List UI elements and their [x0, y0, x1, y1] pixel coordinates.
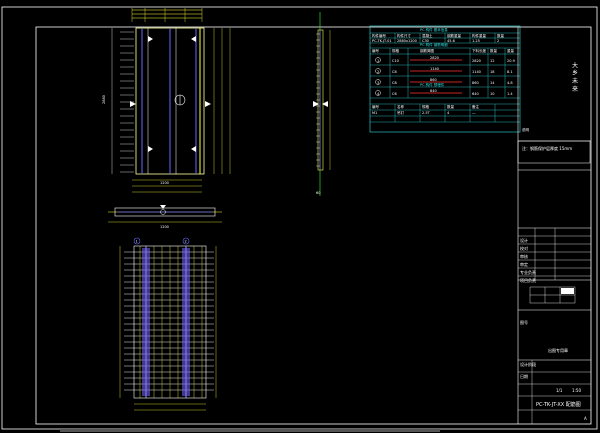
scale: 1:50: [572, 388, 581, 393]
table-cell-3: M1: [372, 111, 377, 115]
section-view-horizontal: 1200: [108, 205, 222, 229]
table-cell-1: PC-TK-JT-01: [372, 39, 392, 43]
svg-text:1: 1: [136, 240, 138, 244]
table-note-right: 说明: [522, 127, 530, 132]
table-header-2: 钢筋简图: [420, 48, 434, 53]
table-row-shape-len: 640: [430, 89, 437, 93]
title-block-row-label: 设计: [520, 237, 528, 243]
dim-overall-height: 2880: [102, 95, 106, 104]
table-row-weight: 8.1: [507, 70, 513, 74]
table-header-3: 名称: [397, 104, 405, 109]
cad-drawing-canvas: 2880 1200 1200 60 1 2 PC 构件 基本信息 PC 构件 钢…: [1, 6, 598, 432]
table-row-length: 640: [472, 92, 479, 96]
table-header-1: 混凝土: [422, 33, 433, 38]
table-cell-3: 吊钉: [397, 110, 405, 115]
table-header-3: 备注: [472, 104, 480, 109]
side-note-vertical: 大 乡 未 来: [571, 61, 578, 93]
table-cell-3: 4: [447, 111, 450, 115]
table-row-length: 2820: [472, 59, 481, 63]
drawing-title: PC-TK-JT-XX 配筋图: [536, 401, 581, 408]
inner-border: [35, 26, 592, 425]
table-row-weight: 20.9: [507, 59, 515, 63]
dim-bottom-width: 1200: [160, 225, 169, 229]
table-header-1: 构件尺寸: [397, 33, 411, 38]
title-block: 出图专用章 1/1 1:50 PC-TK-JT-XX 配筋图 A 图号 设计校对…: [517, 27, 591, 424]
table-row-shape-len: 2820: [430, 56, 439, 60]
dim-overall-width: 1200: [160, 181, 169, 185]
title-block-row-label: 审定: [520, 261, 528, 267]
drawing-no-label: 图号: [520, 319, 528, 325]
table-row-spec: C6: [392, 92, 397, 96]
svg-text:2: 2: [185, 240, 187, 244]
table-header-2: 编号: [372, 48, 380, 53]
table-row-spec: C8: [392, 70, 397, 74]
side-elevation: 60: [313, 12, 331, 196]
table-header-2: 下料长度: [472, 48, 486, 53]
table-header-1: 构件编号: [372, 33, 386, 38]
table-header-1: 数量: [497, 33, 505, 38]
table-cell-3: —: [472, 111, 476, 115]
stamp-label: 出图专用章: [548, 347, 568, 353]
table-title-1: PC 构件 基本信息: [420, 27, 448, 32]
title-block-row-label: 专业负责: [520, 269, 536, 275]
table-cell-1: 45.6: [447, 39, 455, 43]
table-row-qty: 12: [490, 59, 494, 63]
table-row-shape-len: 1140: [430, 67, 439, 71]
table-header-1: 钢筋重量: [447, 33, 461, 38]
revision: A: [584, 416, 587, 421]
general-note: 注：钢筋保护层厚度 15mm: [522, 145, 572, 151]
table-header-3: 规格: [422, 104, 430, 109]
table-row-weight: 1.4: [507, 92, 513, 96]
rebar-schedule-table: PC 构件 基本信息 PC 构件 钢筋明细 PC 构件 预埋件 构件编号 构件尺寸…: [369, 25, 530, 133]
table-header-2: 重量: [507, 48, 515, 53]
table-row-shape-len: 860: [430, 78, 437, 82]
table-title-3: PC 构件 预埋件: [420, 82, 445, 87]
table-row-weight: 4.8: [507, 81, 513, 85]
horizontal-scrollbar[interactable]: [60, 429, 440, 432]
reinforcement-view: 1 2: [119, 237, 217, 411]
title-block-row-label: 审核: [520, 253, 528, 259]
table-cell-1: C30: [422, 39, 429, 43]
table-cell-1: 2880x1200: [397, 39, 417, 43]
table-row-length: 1140: [472, 70, 481, 74]
table-row-qty: 14: [490, 81, 495, 85]
table-row-spec: C8: [392, 81, 397, 85]
table-header-2: 数量: [490, 48, 498, 53]
sheet-no: 1/1: [556, 388, 563, 393]
table-row-qty: 18: [490, 70, 494, 74]
mini-label-date: 日期: [520, 373, 528, 379]
table-cell-3: 2.5T: [422, 111, 431, 115]
table-header-3: 编号: [372, 104, 380, 109]
table-header-2: 规格: [392, 48, 400, 53]
table-row-length: 860: [472, 81, 479, 85]
table-header-1: 构件重量: [472, 33, 486, 38]
table-cell-1: 1.25: [472, 39, 480, 43]
title-block-row-label: 校对: [520, 245, 528, 251]
table-row-spec: C10: [392, 59, 399, 63]
title-block-row-label: 项目负责: [520, 277, 536, 283]
table-cell-1: 2: [497, 39, 499, 43]
dim-side-depth: 60: [316, 191, 320, 195]
table-header-3: 数量: [447, 104, 455, 109]
table-row-qty: 10: [490, 92, 494, 96]
mini-label-stage: 设计阶段: [520, 361, 536, 367]
plan-view: 2880 1200: [102, 8, 231, 193]
